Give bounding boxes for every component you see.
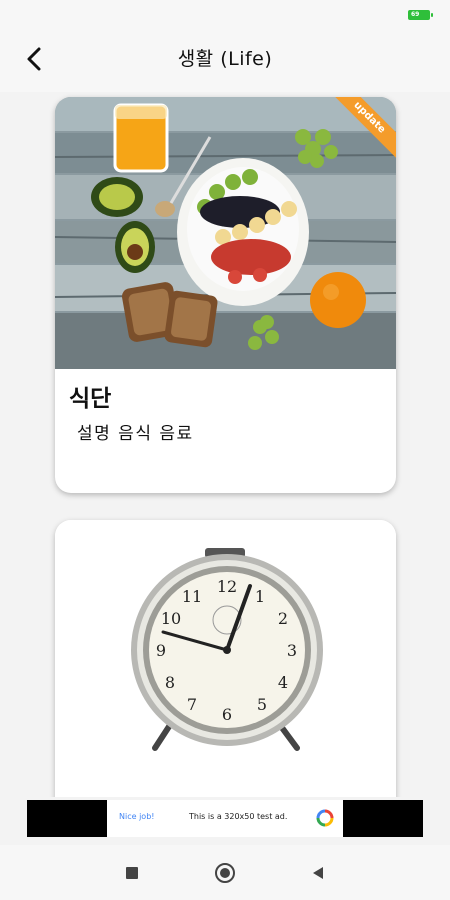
svg-text:12: 12 [217, 577, 237, 596]
svg-text:2: 2 [278, 609, 288, 628]
back-nav-icon[interactable] [310, 865, 326, 881]
ad-banner[interactable]: Nice job! This is a 320x50 test ad. [27, 800, 423, 837]
status-bar: 69 [0, 0, 450, 26]
svg-text:10: 10 [161, 609, 181, 628]
ad-left-block [27, 800, 107, 837]
svg-text:3: 3 [287, 641, 297, 660]
svg-text:9: 9 [156, 641, 166, 660]
recents-icon[interactable] [124, 865, 140, 881]
card-list[interactable]: update 식단 설명 음식 음료 12 1 2 3 4 5 6 7 8 9 … [0, 92, 450, 797]
alarm-clock-photo: 12 1 2 3 4 5 6 7 8 9 10 11 [55, 520, 396, 797]
svg-text:5: 5 [257, 695, 267, 714]
card-time[interactable]: 12 1 2 3 4 5 6 7 8 9 10 11 [55, 520, 396, 797]
card-title: 식단 [69, 386, 112, 412]
ad-right-block [343, 800, 423, 837]
update-badge: update [326, 97, 396, 164]
system-nav-bar [0, 845, 450, 900]
svg-text:6: 6 [222, 705, 232, 724]
svg-text:7: 7 [187, 695, 197, 714]
svg-text:1: 1 [255, 587, 265, 606]
svg-text:4: 4 [278, 673, 288, 692]
card-subtitle: 설명 음식 음료 [77, 424, 194, 444]
page-title: 생활 (Life) [177, 48, 273, 70]
ad-text: This is a 320x50 test ad. [189, 812, 288, 821]
ad-nice-label: Nice job! [119, 812, 155, 821]
svg-text:8: 8 [165, 673, 175, 692]
home-icon[interactable] [214, 862, 236, 884]
battery-icon: 69 [408, 10, 433, 20]
app-bar: 생활 (Life) [0, 26, 450, 92]
card-diet[interactable]: update 식단 설명 음식 음료 [55, 97, 396, 493]
battery-level: 69 [411, 11, 420, 18]
ad-logo-icon [316, 809, 334, 827]
update-ribbon: update [326, 97, 396, 167]
svg-text:11: 11 [182, 587, 202, 606]
